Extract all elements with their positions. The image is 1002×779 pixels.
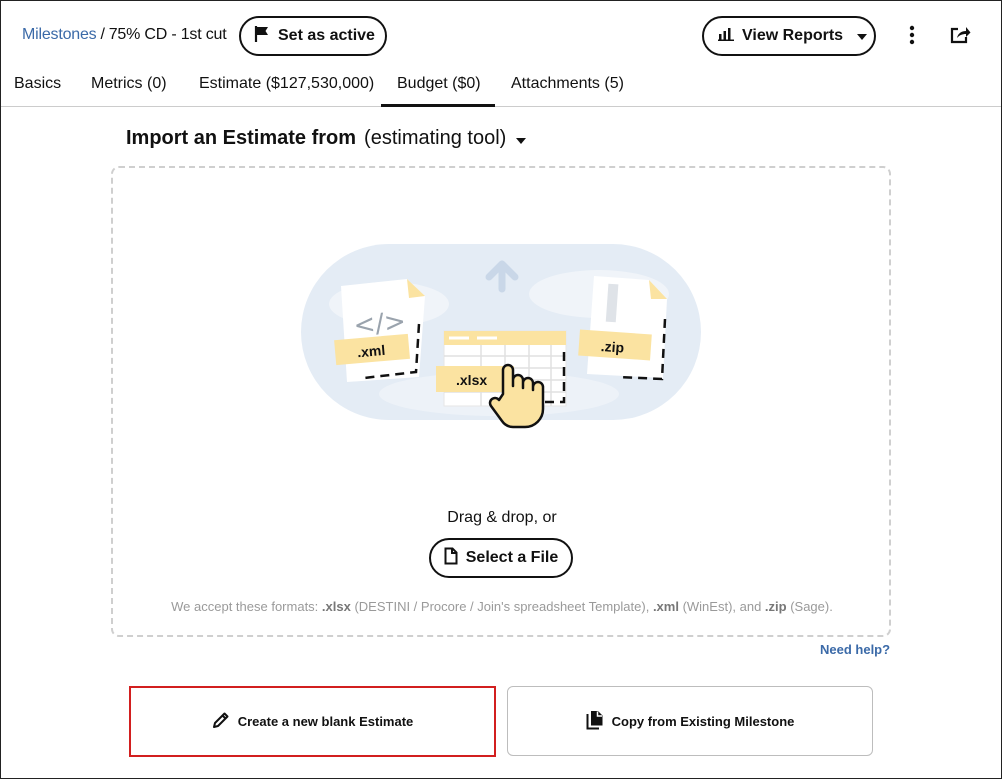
more-options-icon[interactable] (900, 23, 924, 47)
file-upload-illustration: </> .xml .zip .xlsx (299, 244, 703, 434)
flag-icon (254, 25, 270, 48)
app-frame: Milestones / 75% CD - 1st cut Set as act… (0, 0, 1002, 779)
pencil-icon (212, 711, 230, 732)
breadcrumb-current: 75% CD - 1st cut (108, 26, 227, 43)
breadcrumb-milestones-link[interactable]: Milestones (22, 26, 97, 44)
import-heading: Import an Estimate from (estimating tool… (126, 127, 527, 150)
xlsx-file-label: .xlsx (456, 372, 487, 388)
breadcrumb: Milestones / 75% CD - 1st cut (22, 26, 227, 44)
create-blank-estimate-label: Create a new blank Estimate (237, 714, 414, 729)
tab-budget[interactable]: Budget ($0) (381, 75, 495, 107)
format-xml: .xml (652, 599, 679, 614)
caret-down-icon (857, 27, 868, 45)
header: Milestones / 75% CD - 1st cut Set as act… (1, 1, 1001, 63)
need-help-link[interactable]: Need help? (820, 642, 890, 657)
tab-attachments[interactable]: Attachments (5) (511, 75, 624, 107)
bar-chart-icon (718, 27, 734, 46)
formats-prefix: We accept these formats: (171, 599, 322, 614)
breadcrumb-separator: / (100, 26, 105, 43)
estimating-tool-dropdown[interactable]: (estimating tool) (364, 127, 527, 150)
file-icon (444, 547, 458, 570)
set-as-active-label: Set as active (278, 27, 375, 44)
select-file-label: Select a File (465, 549, 559, 566)
format-xml-desc: (WinEst), and (678, 599, 765, 614)
copy-existing-milestone-label: Copy from Existing Milestone (611, 713, 795, 729)
share-icon[interactable] (948, 23, 972, 47)
accepted-formats-text: We accept these formats: .xlsx (DESTINI … (1, 599, 1002, 614)
view-reports-button[interactable]: View Reports (702, 16, 876, 56)
import-title: Import an Estimate from (126, 127, 357, 149)
create-blank-estimate-button[interactable]: Create a new blank Estimate (129, 686, 496, 757)
format-xlsx-desc: (DESTINI / Procore / Join's spreadsheet … (350, 599, 653, 614)
xml-file-label: .xml (357, 342, 386, 360)
copy-icon (586, 710, 604, 733)
format-zip-desc: (Sage). (786, 599, 833, 614)
tab-bar: Basics Metrics (0) Estimate ($127,530,00… (1, 63, 1001, 107)
drag-drop-text: Drag & drop, or (447, 509, 557, 526)
set-as-active-button[interactable]: Set as active (239, 16, 387, 56)
tab-metrics[interactable]: Metrics (0) (91, 75, 167, 107)
xml-file-graphic: </> .xml (334, 279, 425, 382)
select-file-button[interactable]: Select a File (429, 538, 573, 578)
estimating-tool-label: (estimating tool) (364, 127, 507, 149)
tab-estimate[interactable]: Estimate ($127,530,000) (199, 75, 374, 107)
caret-down-icon (516, 127, 527, 150)
zip-file-label: .zip (600, 338, 624, 356)
tab-basics[interactable]: Basics (14, 75, 61, 107)
format-xlsx: .xlsx (321, 599, 351, 614)
format-zip: .zip (764, 599, 787, 614)
copy-existing-milestone-button[interactable]: Copy from Existing Milestone (507, 686, 873, 756)
view-reports-label: View Reports (742, 27, 844, 44)
